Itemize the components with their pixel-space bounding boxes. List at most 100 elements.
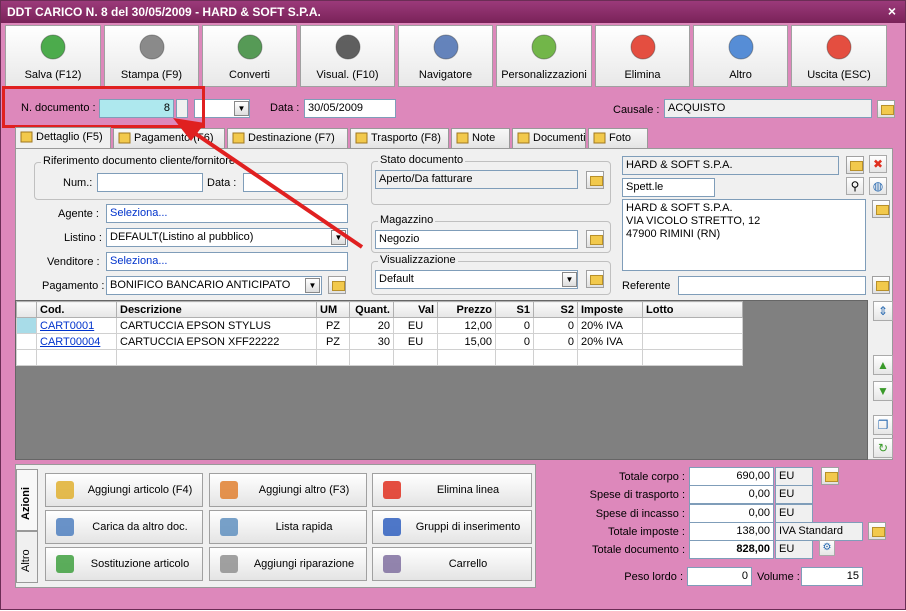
folder-icon[interactable] xyxy=(872,200,890,218)
cliente-name-field[interactable]: HARD & SOFT S.P.A. xyxy=(622,156,839,175)
table-cell[interactable] xyxy=(577,349,643,366)
globe-icon[interactable]: ◍ xyxy=(869,177,887,195)
venditore-field[interactable]: Seleziona... xyxy=(106,252,348,271)
chevron-down-icon[interactable]: ▼ xyxy=(562,272,577,287)
table-cell[interactable]: 0 xyxy=(533,333,578,350)
table-cell[interactable] xyxy=(316,349,350,366)
table-cell[interactable] xyxy=(642,333,743,350)
table-cell[interactable]: 0 xyxy=(495,333,534,350)
causale-field[interactable]: ACQUISTO xyxy=(664,99,872,118)
folder-icon[interactable] xyxy=(328,276,346,294)
column-header[interactable]: UM xyxy=(316,301,350,318)
toolbar-button-6[interactable]: Elimina xyxy=(595,25,690,87)
action-button-8[interactable]: Carrello xyxy=(372,547,532,581)
column-header[interactable]: S2 xyxy=(533,301,578,318)
totale-corpo-field[interactable]: 690,00 xyxy=(689,467,774,486)
spese-trasporto-field[interactable]: 0,00 xyxy=(689,485,774,504)
table-cell[interactable] xyxy=(349,349,394,366)
table-row[interactable]: CART0001 CARTUCCIA EPSON STYLUS PZ 20 EU 12,0… xyxy=(16,317,743,334)
table-cell[interactable]: 0 xyxy=(495,317,534,334)
folder-icon[interactable] xyxy=(846,156,864,174)
copy-icon[interactable]: ❐ xyxy=(873,415,893,435)
refresh-icon[interactable]: ↻ xyxy=(873,438,893,458)
table-cell[interactable]: 20 xyxy=(349,317,394,334)
address-field[interactable]: HARD & SOFT S.P.A. VIA VICOLO STRETTO, 1… xyxy=(622,199,866,271)
table-cell[interactable]: 0 xyxy=(533,317,578,334)
column-header[interactable]: S1 xyxy=(495,301,534,318)
column-header[interactable]: Lotto xyxy=(642,301,743,318)
folder-icon[interactable] xyxy=(586,171,604,189)
chevron-down-icon[interactable]: ▼ xyxy=(331,230,346,245)
tab-4[interactable]: Note xyxy=(451,128,510,148)
toolbar-button-4[interactable]: Navigatore xyxy=(398,25,493,87)
table-cell[interactable]: 20% IVA xyxy=(577,333,643,350)
column-header[interactable]: Quant. xyxy=(349,301,394,318)
folder-icon[interactable] xyxy=(586,270,604,288)
chevron-down-icon[interactable]: ▼ xyxy=(234,101,249,116)
table-cell[interactable]: CART0001 xyxy=(36,317,117,334)
totale-documento-field[interactable]: 828,00 xyxy=(689,540,774,559)
tab-0[interactable]: Dettaglio (F5) xyxy=(15,127,111,149)
column-header[interactable]: Imposte xyxy=(577,301,643,318)
folder-icon[interactable] xyxy=(586,230,604,248)
folder-icon[interactable] xyxy=(821,467,839,485)
table-cell[interactable] xyxy=(116,349,317,366)
tab-1[interactable]: Pagamento (F6) xyxy=(113,128,225,148)
action-button-5[interactable]: Gruppi di inserimento xyxy=(372,510,532,544)
peso-lordo-field[interactable]: 0 xyxy=(687,567,752,586)
folder-icon[interactable] xyxy=(868,522,886,540)
arrow-up-icon[interactable]: ▲ xyxy=(873,355,893,375)
table-cell[interactable] xyxy=(642,349,743,366)
action-button-3[interactable]: Carica da altro doc. xyxy=(45,510,203,544)
toolbar-button-5[interactable]: Personalizzazioni xyxy=(496,25,592,87)
table-cell[interactable]: 20% IVA xyxy=(577,317,643,334)
referente-input[interactable] xyxy=(678,276,866,295)
toolbar-button-0[interactable]: Salva (F12) xyxy=(5,25,101,87)
table-cell[interactable] xyxy=(36,349,117,366)
arrow-down-icon[interactable]: ▼ xyxy=(873,381,893,401)
volume-field[interactable]: 15 xyxy=(801,567,863,586)
remove-icon[interactable]: ✖ xyxy=(869,155,887,173)
toolbar-button-8[interactable]: Uscita (ESC) xyxy=(791,25,887,87)
action-button-0[interactable]: Aggiungi articolo (F4) xyxy=(45,473,203,507)
table-cell[interactable]: PZ xyxy=(316,317,350,334)
salutation-field[interactable]: Spett.le xyxy=(622,178,715,197)
row-selector[interactable] xyxy=(16,317,37,334)
table-cell[interactable] xyxy=(533,349,578,366)
iva-select[interactable]: IVA Standard xyxy=(775,522,863,541)
tab-6[interactable]: Foto xyxy=(588,128,648,148)
action-button-6[interactable]: Sostituzione articolo xyxy=(45,547,203,581)
table-cell[interactable]: 12,00 xyxy=(437,317,496,334)
toolbar-button-7[interactable]: Altro xyxy=(693,25,788,87)
table-cell[interactable] xyxy=(16,349,37,366)
move-top-icon[interactable]: ⇕ xyxy=(873,301,893,321)
table-cell[interactable]: CARTUCCIA EPSON STYLUS xyxy=(116,317,317,334)
table-cell[interactable] xyxy=(495,349,534,366)
table-cell[interactable]: CARTUCCIA EPSON XFF22222 xyxy=(116,333,317,350)
action-button-1[interactable]: Aggiungi altro (F3) xyxy=(209,473,367,507)
column-header[interactable]: Descrizione xyxy=(116,301,317,318)
spese-incasso-field[interactable]: 0,00 xyxy=(689,504,774,523)
table-cell[interactable] xyxy=(393,349,438,366)
tab-2[interactable]: Destinazione (F7) xyxy=(227,128,348,148)
person-search-icon[interactable]: ⚲ xyxy=(846,177,864,195)
table-cell[interactable]: PZ xyxy=(316,333,350,350)
column-header[interactable]: Val xyxy=(393,301,438,318)
action-button-4[interactable]: Lista rapida xyxy=(209,510,367,544)
folder-icon[interactable] xyxy=(872,276,890,294)
pagamento-select[interactable]: BONIFICO BANCARIO ANTICIPATO xyxy=(106,276,322,295)
rif-date-input[interactable] xyxy=(243,173,343,192)
tab-altro[interactable]: Altro xyxy=(16,531,38,583)
tab-5[interactable]: Documenti xyxy=(512,128,586,148)
column-header[interactable]: Cod. xyxy=(36,301,117,318)
table-cell[interactable]: EU xyxy=(393,317,438,334)
tab-azioni[interactable]: Azioni xyxy=(16,469,38,531)
totale-imposte-field[interactable]: 138,00 xyxy=(689,522,774,541)
table-cell[interactable]: 15,00 xyxy=(437,333,496,350)
table-cell[interactable]: EU xyxy=(393,333,438,350)
column-header[interactable]: Prezzo xyxy=(437,301,496,318)
listino-select[interactable]: DEFAULT(Listino al pubblico) xyxy=(106,228,348,247)
folder-icon[interactable] xyxy=(877,100,895,118)
table-cell[interactable]: 30 xyxy=(349,333,394,350)
agente-field[interactable]: Seleziona... xyxy=(106,204,348,223)
